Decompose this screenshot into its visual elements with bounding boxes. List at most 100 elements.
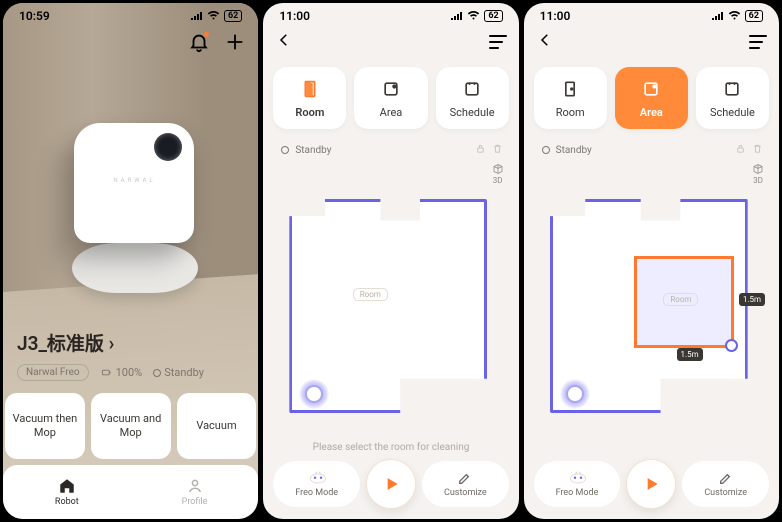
mode-vacuum-and-mop[interactable]: Vacuum and Mop <box>91 393 171 459</box>
home-screen: 10:59 62 NARWAL <box>3 3 258 519</box>
status-dot-icon <box>281 146 289 154</box>
wifi-icon <box>728 9 741 23</box>
status-indicators: 62 <box>712 9 763 23</box>
area-icon <box>640 78 662 100</box>
notifications-button[interactable] <box>188 31 210 57</box>
menu-button[interactable] <box>749 35 767 49</box>
area-width-badge: 1.5m <box>677 348 703 361</box>
map-viewport[interactable]: 3D Room 1.5m 1.5m <box>532 161 771 441</box>
segment-label: Schedule <box>450 106 495 119</box>
battery-info: 100% <box>101 366 143 379</box>
robot-face-icon <box>309 470 325 486</box>
start-button[interactable] <box>366 459 416 509</box>
play-icon <box>381 474 401 494</box>
model-pill: Narwal Freo <box>17 364 89 381</box>
status-info: Standby <box>154 366 204 379</box>
play-icon <box>641 474 661 494</box>
door-icon <box>299 78 321 100</box>
battery-level: 62 <box>224 10 242 22</box>
trash-icon[interactable] <box>492 143 503 157</box>
map-screen-room: 11:00 62 Room Area Sch <box>263 3 518 519</box>
robot-device-illustration: NARWAL <box>74 123 204 293</box>
status-dot-icon <box>542 146 550 154</box>
back-button[interactable] <box>536 31 554 53</box>
segment-label: Room <box>295 106 324 119</box>
battery-level: 62 <box>745 10 763 22</box>
floorplan[interactable]: Room <box>281 187 491 417</box>
schedule-icon <box>721 78 743 100</box>
bottom-tabbar: Robot Profile <box>3 465 258 519</box>
room-label: Room <box>663 293 698 306</box>
segment-room[interactable]: Room <box>534 67 607 129</box>
hint-text: Please select the room for cleaning <box>263 438 518 459</box>
tab-robot[interactable]: Robot <box>3 465 131 519</box>
map-viewport[interactable]: 3D Room <box>271 161 510 438</box>
schedule-icon <box>461 78 483 100</box>
robot-location-icon <box>560 379 590 409</box>
profile-icon <box>186 477 204 495</box>
floorplan[interactable]: Room 1.5m 1.5m <box>542 187 752 417</box>
mode-vacuum-then-mop[interactable]: Vacuum then Mop <box>5 393 85 459</box>
status-indicators: 62 <box>191 9 242 23</box>
status-bar: 10:59 62 <box>3 9 258 23</box>
wifi-icon <box>467 9 480 23</box>
status-bar: 11:00 62 <box>263 9 518 23</box>
mode-segments: Room Area Schedule <box>524 53 779 139</box>
map-screen-area: 11:00 62 Room Area Sch <box>524 3 779 519</box>
resize-handle[interactable] <box>725 339 738 352</box>
clock: 11:00 <box>540 9 571 23</box>
signal-icon <box>712 9 724 23</box>
area-selection[interactable]: Room 1.5m 1.5m <box>634 256 734 348</box>
customize-button[interactable]: Customize <box>682 461 769 507</box>
back-button[interactable] <box>275 31 293 53</box>
cube-icon <box>491 163 505 175</box>
area-icon <box>380 78 402 100</box>
device-title[interactable]: J3_标准版 › <box>17 329 258 356</box>
segment-area[interactable]: Area <box>354 67 427 129</box>
tab-profile[interactable]: Profile <box>131 465 259 519</box>
battery-level: 62 <box>484 10 502 22</box>
trash-icon[interactable] <box>752 143 763 157</box>
freo-mode-button[interactable]: Freo Mode <box>273 461 360 507</box>
lock-icon[interactable] <box>475 143 486 157</box>
device-brand-label: NARWAL <box>74 177 194 184</box>
map-status: Standby <box>542 145 592 156</box>
signal-icon <box>191 9 203 23</box>
robot-face-icon <box>569 470 585 486</box>
customize-icon <box>457 470 473 486</box>
device-info-row: Narwal Freo 100% Standby <box>17 364 258 381</box>
lock-icon[interactable] <box>735 143 746 157</box>
segment-room[interactable]: Room <box>273 67 346 129</box>
3d-toggle[interactable]: 3D <box>487 163 509 185</box>
segment-schedule[interactable]: Schedule <box>696 67 769 129</box>
customize-button[interactable]: Customize <box>422 461 509 507</box>
status-bar: 11:00 62 <box>524 9 779 23</box>
segment-schedule[interactable]: Schedule <box>436 67 509 129</box>
door-icon <box>559 78 581 100</box>
wifi-icon <box>207 9 220 23</box>
segment-area[interactable]: Area <box>615 67 688 129</box>
segment-label: Area <box>640 106 663 119</box>
mode-vacuum[interactable]: Vacuum <box>177 393 257 459</box>
arrow-left-icon <box>536 31 554 49</box>
status-dot-icon <box>154 370 160 376</box>
map-status: Standby <box>281 145 331 156</box>
segment-label: Area <box>380 106 403 119</box>
mode-segments: Room Area Schedule <box>263 53 518 139</box>
clock: 11:00 <box>279 9 310 23</box>
modes-row: Vacuum then Mop Vacuum and Mop Vacuum <box>3 393 258 459</box>
segment-label: Schedule <box>710 106 755 119</box>
room-label[interactable]: Room <box>353 288 388 301</box>
add-button[interactable] <box>224 31 246 57</box>
area-height-badge: 1.5m <box>739 293 765 306</box>
clock: 10:59 <box>19 9 50 23</box>
segment-label: Room <box>556 106 585 119</box>
cube-icon <box>751 163 765 175</box>
start-button[interactable] <box>626 459 676 509</box>
freo-mode-button[interactable]: Freo Mode <box>534 461 621 507</box>
menu-button[interactable] <box>489 35 507 49</box>
3d-toggle[interactable]: 3D <box>747 163 769 185</box>
signal-icon <box>451 9 463 23</box>
customize-icon <box>718 470 734 486</box>
home-icon <box>58 477 76 495</box>
